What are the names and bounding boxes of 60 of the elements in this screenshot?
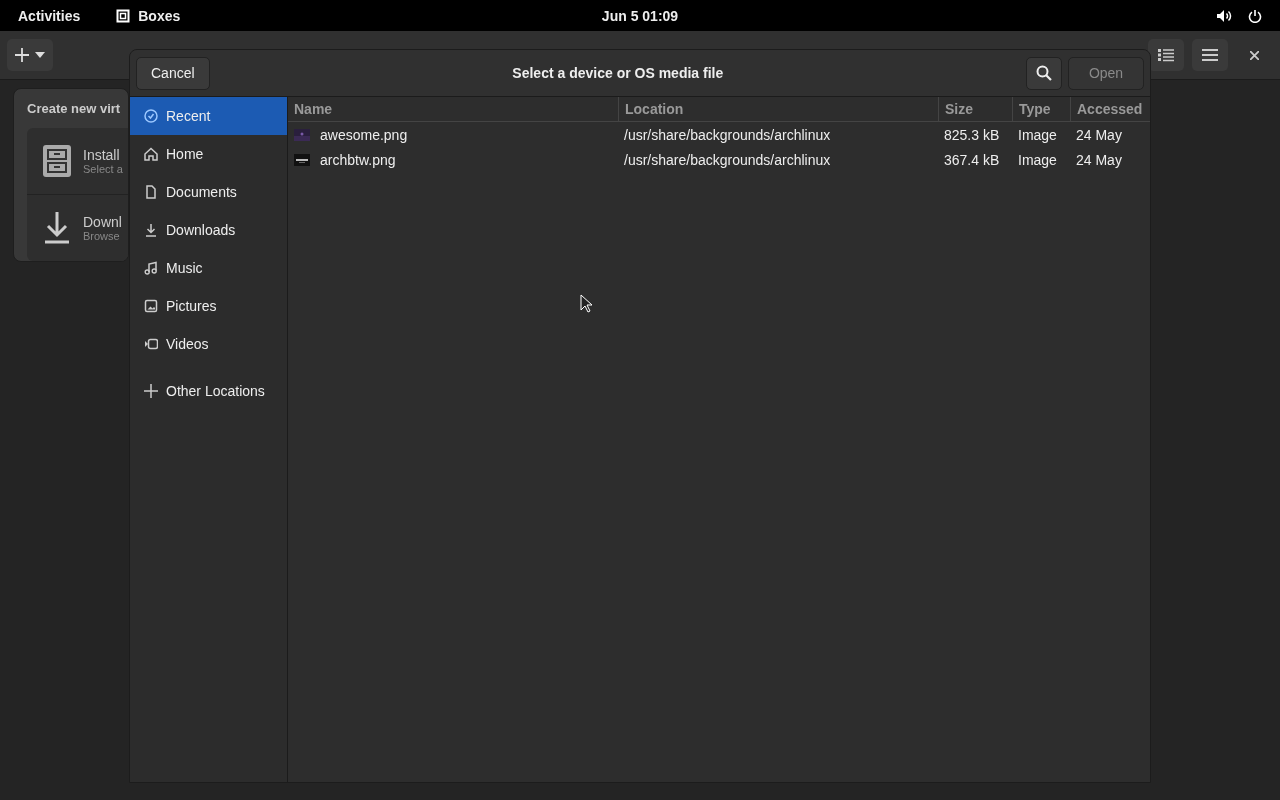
- video-camera-icon: [144, 337, 158, 351]
- option-subtitle: Select a: [83, 163, 123, 175]
- list-view-button[interactable]: [1148, 39, 1184, 71]
- menu-icon: [1202, 49, 1218, 61]
- file-name: archbtw.png: [320, 151, 396, 168]
- file-name: awesome.png: [320, 126, 408, 143]
- volume-icon[interactable]: [1216, 8, 1232, 23]
- plus-icon: [144, 384, 158, 398]
- column-header[interactable]: Accessed: [1070, 97, 1150, 121]
- close-icon: [1249, 50, 1259, 60]
- sidebar-item[interactable]: Documents: [130, 173, 287, 211]
- column-header[interactable]: Name: [288, 97, 618, 121]
- option-title: Install: [83, 147, 121, 163]
- table-cell-text: Image: [1017, 151, 1058, 168]
- power-icon[interactable]: [1248, 8, 1262, 23]
- sidebar-item[interactable]: Pictures: [130, 287, 287, 325]
- sidebar-item[interactable]: Home: [130, 135, 287, 173]
- new-button[interactable]: [7, 39, 53, 71]
- menu-button[interactable]: [1192, 39, 1228, 71]
- search-button[interactable]: [1026, 56, 1062, 90]
- option-item[interactable]: Install Select a: [27, 128, 128, 194]
- document-icon: [144, 185, 158, 199]
- popover-title: Create new virt: [27, 101, 122, 116]
- download-icon: [43, 212, 71, 244]
- mouse-pointer-icon: [580, 294, 592, 313]
- option-item[interactable]: Downl Browse: [27, 194, 128, 261]
- column-header[interactable]: Location: [618, 97, 938, 121]
- other-locations-item[interactable]: Other Locations: [130, 372, 287, 410]
- table-cell-text: 24 May: [1075, 151, 1123, 168]
- image-icon: [144, 299, 158, 313]
- option-title: Downl: [83, 214, 122, 230]
- clock[interactable]: Jun 5 01:09: [601, 7, 679, 24]
- cabinet-icon: [43, 145, 71, 177]
- column-header[interactable]: Size: [938, 97, 1012, 121]
- table-cell-text: /usr/share/backgrounds/archlinux: [623, 151, 832, 168]
- activities-button[interactable]: Activities: [18, 7, 81, 24]
- column-header[interactable]: Type: [1012, 97, 1070, 121]
- option-subtitle: Browse: [83, 230, 121, 242]
- table-cell-text: Image: [1017, 126, 1058, 143]
- sidebar-item[interactable]: Downloads: [130, 211, 287, 249]
- dialog-title: Select a device or OS media file: [511, 65, 725, 81]
- cancel-button[interactable]: Cancel: [136, 56, 210, 90]
- list-icon: [1158, 48, 1174, 62]
- home-icon: [144, 147, 158, 161]
- sidebar-item[interactable]: Videos: [130, 325, 287, 363]
- table-cell-text: 24 May: [1075, 126, 1123, 143]
- file-row[interactable]: awesome.png /usr/share/backgrounds/archlinux 825.3 kB Image 24 May: [288, 122, 1150, 147]
- table-cell-text: 825.3 kB: [943, 126, 1001, 143]
- caret-icon: [35, 52, 45, 58]
- table-cell-text: /usr/share/backgrounds/archlinux: [623, 126, 832, 143]
- boxes-app-icon: [116, 8, 131, 23]
- table-cell-text: 367.4 kB: [943, 151, 1001, 168]
- sidebar-item[interactable]: Music: [130, 249, 287, 287]
- sidebar-item[interactable]: Recent: [130, 97, 287, 135]
- download-icon: [144, 223, 158, 237]
- music-note-icon: [144, 261, 158, 275]
- search-icon: [1036, 65, 1052, 81]
- app-name[interactable]: Boxes: [138, 7, 181, 24]
- plus-icon: [15, 48, 29, 62]
- file-row[interactable]: archbtw.png /usr/share/backgrounds/archlinux 367.4 kB Image 24 May: [288, 147, 1150, 172]
